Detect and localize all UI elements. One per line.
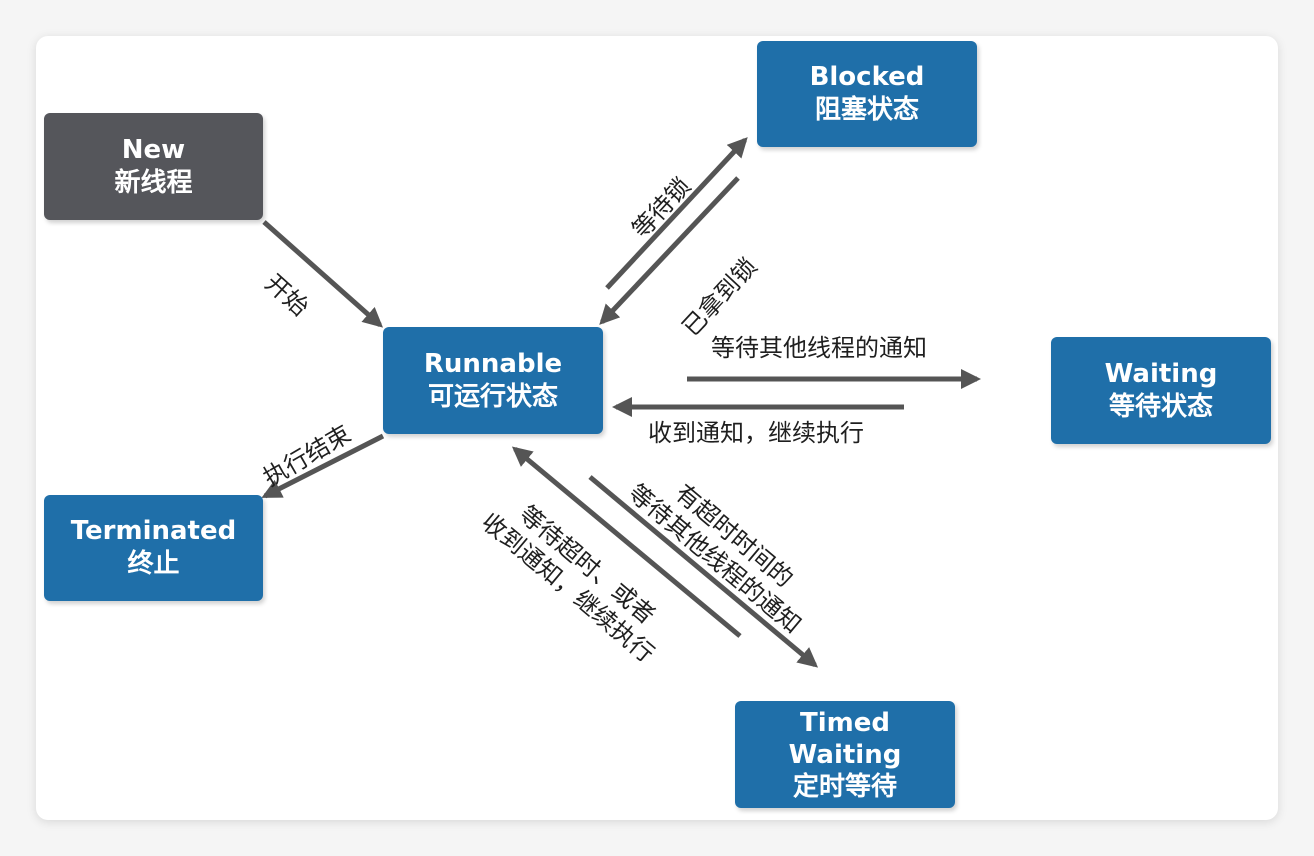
state-waiting: Waiting 等待状态 <box>1051 337 1271 444</box>
state-timed-waiting-en-line2: Waiting <box>788 739 902 770</box>
state-terminated-en: Terminated <box>70 516 237 546</box>
state-timed-waiting-zh: 定时等待 <box>792 771 897 802</box>
state-runnable-zh: 可运行状态 <box>427 381 558 412</box>
state-waiting-en: Waiting <box>1104 358 1218 389</box>
state-runnable-en: Runnable <box>423 348 563 379</box>
label-receive-notify: 收到通知，继续执行 <box>648 419 864 447</box>
state-timed-waiting-en-line1: Timed <box>800 707 890 738</box>
label-wait-notify: 等待其他线程的通知 <box>711 334 927 362</box>
state-new-en: New <box>121 134 186 165</box>
state-timed-waiting: Timed Waiting 定时等待 <box>735 701 955 808</box>
state-terminated: Terminated 终止 <box>44 495 263 601</box>
state-blocked-zh: 阻塞状态 <box>814 95 919 125</box>
state-blocked: Blocked 阻塞状态 <box>757 41 977 147</box>
state-terminated-zh: 终止 <box>127 549 180 579</box>
state-new-zh: 新线程 <box>114 167 193 198</box>
state-new: New 新线程 <box>44 113 263 220</box>
state-blocked-en: Blocked <box>809 62 925 92</box>
state-waiting-zh: 等待状态 <box>1108 391 1213 422</box>
state-runnable: Runnable 可运行状态 <box>383 327 603 434</box>
